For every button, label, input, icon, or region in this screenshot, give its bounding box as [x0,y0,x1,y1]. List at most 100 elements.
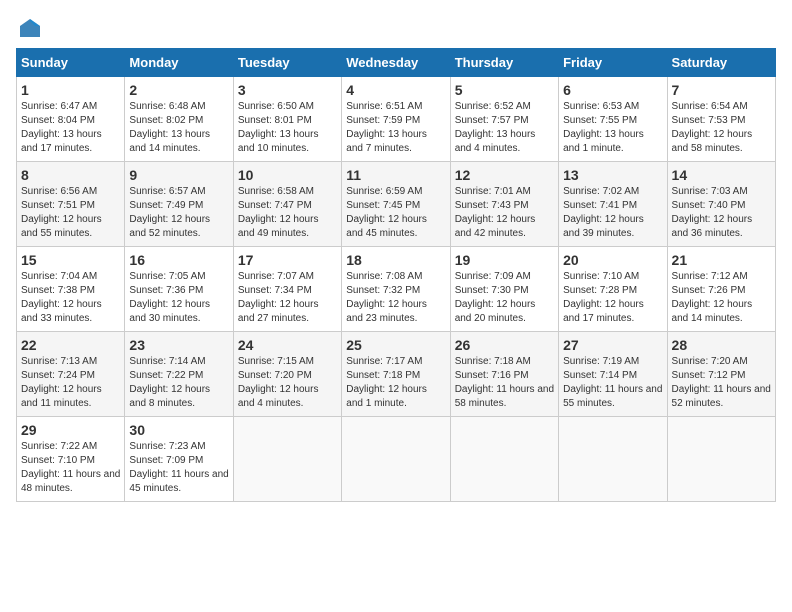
day-number: 27 [563,337,662,353]
logo-icon [18,16,42,40]
calendar-cell: 15 Sunrise: 7:04 AMSunset: 7:38 PMDayligh… [17,247,125,332]
day-number: 21 [672,252,771,268]
day-number: 1 [21,82,120,98]
col-header-wednesday: Wednesday [342,49,450,77]
calendar-cell: 11 Sunrise: 6:59 AMSunset: 7:45 PMDayligh… [342,162,450,247]
day-info: Sunrise: 6:53 AMSunset: 7:55 PMDaylight:… [563,100,662,156]
day-number: 9 [129,167,228,183]
calendar-cell: 7 Sunrise: 6:54 AMSunset: 7:53 PMDaylight… [667,77,775,162]
day-number: 12 [455,167,554,183]
calendar-cell: 27Sunrise: 7:19 AMSunset: 7:14 PMDayligh… [559,332,667,417]
day-info: Sunrise: 7:05 AMSunset: 7:36 PMDaylight:… [129,270,228,326]
day-info: Sunrise: 6:50 AMSunset: 8:01 PMDaylight:… [238,100,337,156]
day-info: Sunrise: 7:23 AMSunset: 7:09 PMDaylight:… [129,440,228,496]
calendar-cell: 3 Sunrise: 6:50 AMSunset: 8:01 PMDaylight… [233,77,341,162]
day-number: 15 [21,252,120,268]
day-info: Sunrise: 7:08 AMSunset: 7:32 PMDaylight:… [346,270,445,326]
logo [16,16,42,40]
calendar-cell: 4 Sunrise: 6:51 AMSunset: 7:59 PMDaylight… [342,77,450,162]
day-info: Sunrise: 6:59 AMSunset: 7:45 PMDaylight:… [346,185,445,241]
calendar-cell: 10Sunrise: 6:58 AMSunset: 7:47 PMDayligh… [233,162,341,247]
day-number: 26 [455,337,554,353]
day-info: Sunrise: 7:04 AMSunset: 7:38 PMDaylight:… [21,270,120,326]
day-info: Sunrise: 6:48 AMSunset: 8:02 PMDaylight:… [129,100,228,156]
day-info: Sunrise: 7:20 AMSunset: 7:12 PMDaylight:… [672,355,771,411]
day-info: Sunrise: 7:17 AMSunset: 7:18 PMDaylight:… [346,355,445,411]
day-info: Sunrise: 7:10 AMSunset: 7:28 PMDaylight:… [563,270,662,326]
day-info: Sunrise: 7:01 AMSunset: 7:43 PMDaylight:… [455,185,554,241]
calendar-table: SundayMondayTuesdayWednesdayThursdayFrid… [16,48,776,502]
day-info: Sunrise: 7:07 AMSunset: 7:34 PMDaylight:… [238,270,337,326]
calendar-cell: 2 Sunrise: 6:48 AMSunset: 8:02 PMDaylight… [125,77,233,162]
calendar-cell: 12 Sunrise: 7:01 AMSunset: 7:43 PMDayligh… [450,162,558,247]
calendar-cell: 23 Sunrise: 7:14 AMSunset: 7:22 PMDayligh… [125,332,233,417]
calendar-cell: 30 Sunrise: 7:23 AMSunset: 7:09 PMDayligh… [125,417,233,502]
day-info: Sunrise: 7:02 AMSunset: 7:41 PMDaylight:… [563,185,662,241]
day-info: Sunrise: 7:03 AMSunset: 7:40 PMDaylight:… [672,185,771,241]
day-number: 23 [129,337,228,353]
day-number: 4 [346,82,445,98]
day-info: Sunrise: 6:57 AMSunset: 7:49 PMDaylight:… [129,185,228,241]
calendar-cell [342,417,450,502]
calendar-cell: 26 Sunrise: 7:18 AMSunset: 7:16 PMDayligh… [450,332,558,417]
calendar-cell: 21Sunrise: 7:12 AMSunset: 7:26 PMDayligh… [667,247,775,332]
calendar-cell [233,417,341,502]
day-number: 10 [238,167,337,183]
day-number: 6 [563,82,662,98]
day-number: 25 [346,337,445,353]
calendar-cell: 5 Sunrise: 6:52 AMSunset: 7:57 PMDaylight… [450,77,558,162]
day-number: 8 [21,167,120,183]
calendar-cell: 17 Sunrise: 7:07 AMSunset: 7:34 PMDayligh… [233,247,341,332]
calendar-cell: 6 Sunrise: 6:53 AMSunset: 7:55 PMDaylight… [559,77,667,162]
day-number: 18 [346,252,445,268]
day-number: 30 [129,422,228,438]
day-info: Sunrise: 6:47 AMSunset: 8:04 PMDaylight:… [21,100,120,156]
calendar-cell: 28 Sunrise: 7:20 AMSunset: 7:12 PMDayligh… [667,332,775,417]
col-header-thursday: Thursday [450,49,558,77]
calendar-cell: 22 Sunrise: 7:13 AMSunset: 7:24 PMDayligh… [17,332,125,417]
day-info: Sunrise: 7:13 AMSunset: 7:24 PMDaylight:… [21,355,120,411]
calendar-cell: 19 Sunrise: 7:09 AMSunset: 7:30 PMDayligh… [450,247,558,332]
day-number: 29 [21,422,120,438]
calendar-cell: 1 Sunrise: 6:47 AMSunset: 8:04 PMDaylight… [17,77,125,162]
day-number: 14 [672,167,771,183]
day-info: Sunrise: 7:14 AMSunset: 7:22 PMDaylight:… [129,355,228,411]
col-header-sunday: Sunday [17,49,125,77]
calendar-cell [450,417,558,502]
day-number: 7 [672,82,771,98]
day-info: Sunrise: 6:51 AMSunset: 7:59 PMDaylight:… [346,100,445,156]
day-number: 2 [129,82,228,98]
header [16,16,776,40]
day-info: Sunrise: 7:15 AMSunset: 7:20 PMDaylight:… [238,355,337,411]
calendar-cell: 20 Sunrise: 7:10 AMSunset: 7:28 PMDayligh… [559,247,667,332]
col-header-friday: Friday [559,49,667,77]
day-number: 28 [672,337,771,353]
day-number: 11 [346,167,445,183]
day-number: 20 [563,252,662,268]
calendar-cell: 13 Sunrise: 7:02 AMSunset: 7:41 PMDayligh… [559,162,667,247]
day-info: Sunrise: 6:52 AMSunset: 7:57 PMDaylight:… [455,100,554,156]
calendar-cell [559,417,667,502]
day-number: 19 [455,252,554,268]
col-header-monday: Monday [125,49,233,77]
day-number: 24 [238,337,337,353]
day-number: 5 [455,82,554,98]
calendar-cell: 29 Sunrise: 7:22 AMSunset: 7:10 PMDayligh… [17,417,125,502]
day-info: Sunrise: 7:09 AMSunset: 7:30 PMDaylight:… [455,270,554,326]
calendar-cell: 16 Sunrise: 7:05 AMSunset: 7:36 PMDayligh… [125,247,233,332]
day-number: 22 [21,337,120,353]
calendar-cell: 24 Sunrise: 7:15 AMSunset: 7:20 PMDayligh… [233,332,341,417]
day-number: 16 [129,252,228,268]
calendar-cell: 9 Sunrise: 6:57 AMSunset: 7:49 PMDaylight… [125,162,233,247]
calendar-cell: 25 Sunrise: 7:17 AMSunset: 7:18 PMDayligh… [342,332,450,417]
calendar-cell: 8 Sunrise: 6:56 AMSunset: 7:51 PMDaylight… [17,162,125,247]
day-info: Sunrise: 6:56 AMSunset: 7:51 PMDaylight:… [21,185,120,241]
day-number: 17 [238,252,337,268]
col-header-tuesday: Tuesday [233,49,341,77]
calendar-cell: 14 Sunrise: 7:03 AMSunset: 7:40 PMDayligh… [667,162,775,247]
day-number: 3 [238,82,337,98]
day-info: Sunrise: 7:18 AMSunset: 7:16 PMDaylight:… [455,355,554,411]
day-number: 13 [563,167,662,183]
day-info: Sunrise: 6:54 AMSunset: 7:53 PMDaylight:… [672,100,771,156]
day-info: Sunrise: 7:22 AMSunset: 7:10 PMDaylight:… [21,440,120,496]
